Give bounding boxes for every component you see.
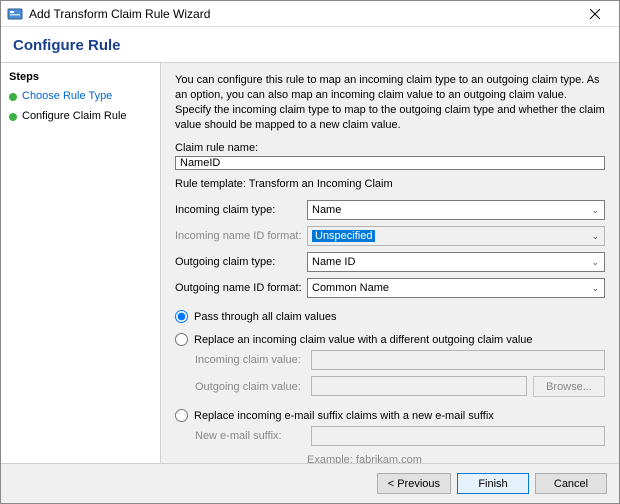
rule-template-label: Rule template: Transform an Incoming Cla… [175, 178, 605, 190]
incoming-claim-type-label: Incoming claim type: [175, 204, 303, 216]
rule-name-label: Claim rule name: [175, 142, 605, 154]
main-panel: You can configure this rule to map an in… [161, 63, 619, 463]
combo-value: Name [312, 204, 588, 216]
radio-label: Pass through all claim values [194, 311, 336, 323]
outgoing-claim-type-label: Outgoing claim type: [175, 256, 303, 268]
steps-sidebar: Steps Choose Rule Type Configure Claim R… [1, 63, 161, 463]
cancel-button[interactable]: Cancel [535, 473, 607, 494]
incoming-claim-value-input [311, 350, 605, 370]
radio-replace-value[interactable]: Replace an incoming claim value with a d… [175, 333, 605, 346]
steps-heading: Steps [1, 67, 160, 87]
rule-name-input[interactable] [175, 156, 605, 170]
window-title: Add Transform Claim Rule Wizard [29, 7, 577, 21]
radio-pass-through-input[interactable] [175, 310, 188, 323]
close-button[interactable] [577, 2, 613, 26]
radio-replace-suffix[interactable]: Replace incoming e-mail suffix claims wi… [175, 409, 605, 422]
previous-button[interactable]: < Previous [377, 473, 451, 494]
outgoing-nameid-format-combo[interactable]: Common Name ⌄ [307, 278, 605, 298]
incoming-nameid-format-combo: Unspecified ⌄ [307, 226, 605, 246]
outgoing-claim-value-label: Outgoing claim value: [195, 381, 307, 393]
outgoing-claim-value-input [311, 376, 527, 396]
new-email-suffix-input [311, 426, 605, 446]
chevron-down-icon: ⌄ [588, 231, 602, 242]
step-bullet-icon [9, 93, 17, 101]
step-bullet-icon [9, 113, 17, 121]
step-label: Choose Rule Type [22, 90, 112, 102]
step-configure-claim-rule[interactable]: Configure Claim Rule [1, 107, 160, 127]
titlebar: Add Transform Claim Rule Wizard [1, 1, 619, 27]
radio-replace-suffix-input[interactable] [175, 409, 188, 422]
radio-pass-through[interactable]: Pass through all claim values [175, 310, 605, 323]
app-icon [7, 6, 23, 22]
chevron-down-icon: ⌄ [588, 257, 602, 268]
radio-label: Replace an incoming claim value with a d… [194, 334, 533, 346]
body: Steps Choose Rule Type Configure Claim R… [1, 62, 619, 463]
finish-button[interactable]: Finish [457, 473, 529, 494]
chevron-down-icon: ⌄ [588, 283, 602, 294]
outgoing-claim-type-combo[interactable]: Name ID ⌄ [307, 252, 605, 272]
step-label: Configure Claim Rule [22, 110, 127, 122]
new-email-suffix-label: New e-mail suffix: [195, 430, 307, 442]
incoming-claim-value-label: Incoming claim value: [195, 354, 307, 366]
step-choose-rule-type[interactable]: Choose Rule Type [1, 87, 160, 107]
wizard-window: Add Transform Claim Rule Wizard Configur… [0, 0, 620, 504]
description-text: You can configure this rule to map an in… [175, 73, 605, 132]
radio-replace-value-input[interactable] [175, 333, 188, 346]
outgoing-nameid-format-label: Outgoing name ID format: [175, 282, 303, 294]
combo-value: Unspecified [312, 230, 588, 242]
chevron-down-icon: ⌄ [588, 205, 602, 216]
incoming-claim-type-combo[interactable]: Name ⌄ [307, 200, 605, 220]
radio-label: Replace incoming e-mail suffix claims wi… [194, 410, 494, 422]
footer: < Previous Finish Cancel [1, 463, 619, 503]
combo-value: Name ID [312, 256, 588, 268]
incoming-nameid-format-label: Incoming name ID format: [175, 230, 303, 242]
browse-button: Browse... [533, 376, 605, 397]
page-header: Configure Rule [1, 27, 619, 62]
suffix-example-text: Example: fabrikam.com [195, 454, 605, 463]
combo-value: Common Name [312, 282, 588, 294]
